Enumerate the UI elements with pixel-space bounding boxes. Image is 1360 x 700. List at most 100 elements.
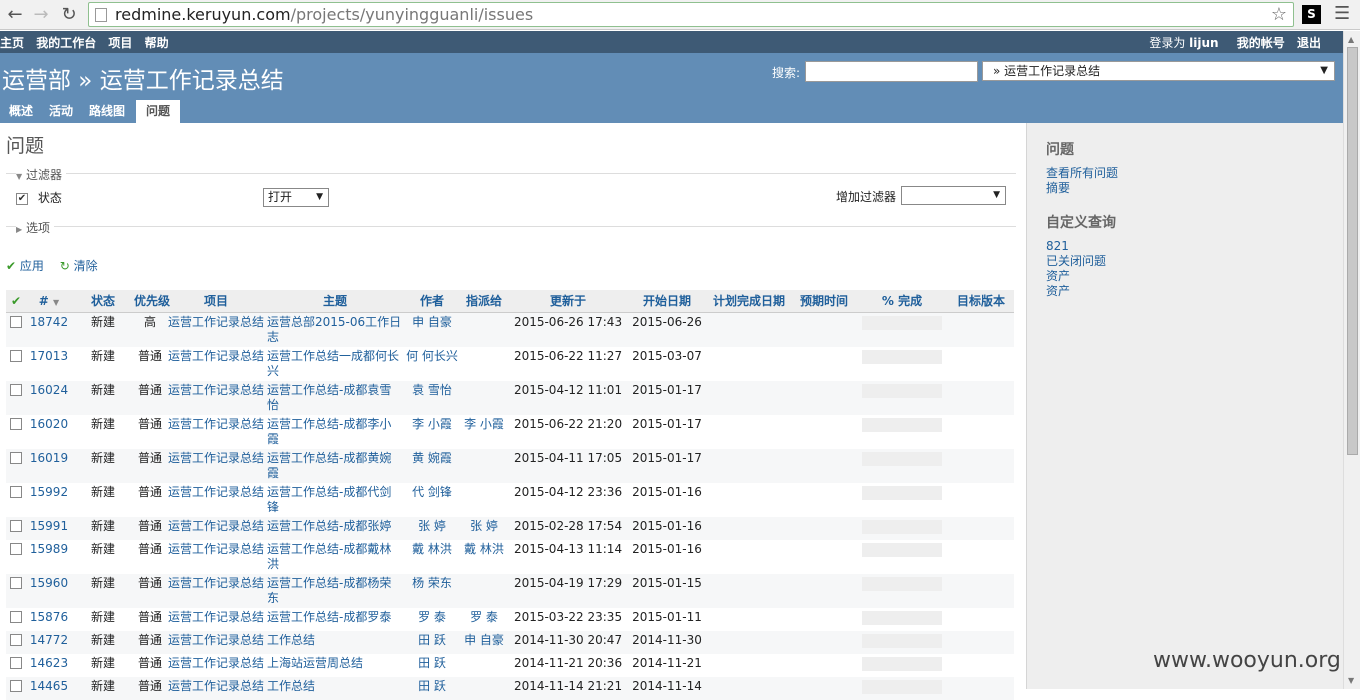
table-row[interactable]: 16024 新建 普通 运营工作记录总结 运营工作总结-成都袁雪怡 袁 雪怡 2015-04… [6,380,1015,415]
table-row[interactable]: 14772 新建 普通 运营工作记录总结 工作总结 田 跃 申 自豪 2014-11-30 2… [6,630,1015,654]
issue-id-link[interactable]: 15960 [30,576,68,590]
table-row[interactable]: 16020 新建 普通 运营工作记录总结 运营工作总结-成都李小霞 李 小霞李 小霞 201… [6,414,1015,449]
column-header-subject[interactable]: 主题 [266,290,405,313]
sidebar-query-item[interactable]: 资产 [1046,269,1070,284]
issue-subject-link[interactable]: 运营工作总结一成都何长兴 [267,349,399,378]
sidebar-view-all-issues[interactable]: 查看所有问题 [1046,166,1118,181]
issue-author-link[interactable]: 李 小霞 [412,417,452,431]
table-row[interactable]: 15991 新建 普通 运营工作记录总结 运营工作总结-成都张婷 张 婷 张 婷 2015-0… [6,516,1015,540]
issue-subject-link[interactable]: 运营工作总结-成都罗泰 [267,610,391,624]
issue-id-link[interactable]: 14623 [30,656,68,670]
issue-subject-link[interactable]: 运营工作总结-成都袁雪怡 [267,383,391,412]
clear-link[interactable]: 清除 [74,259,98,273]
issue-subject-link[interactable]: 上海站运营周总结 [267,656,363,670]
table-row[interactable]: 18742 新建 高运营工作记录总结 运营总部2015-06工作日志申 自豪 2015-… [6,312,1015,347]
issue-checkbox[interactable] [10,520,22,532]
issue-author-link[interactable]: 袁 雪怡 [412,383,452,397]
issue-checkbox[interactable] [10,657,22,669]
column-header-updated[interactable]: 更新于 [508,290,629,313]
issue-checkbox[interactable] [10,384,22,396]
issue-assignee-link[interactable]: 申 自豪 [464,633,504,647]
options-legend[interactable]: ▶ 选项 [16,219,54,236]
column-header-assignee[interactable]: 指派给 [460,290,509,313]
table-row[interactable]: 15992 新建 普通 运营工作记录总结 运营工作总结-成都代剑锋 代 剑锋 2015-04… [6,482,1015,517]
tab-overview[interactable]: 概述 [4,100,38,123]
column-header-id[interactable]: # ▼ [26,290,72,313]
issue-author-link[interactable]: 代 剑锋 [412,485,452,499]
tab-issues[interactable]: 问题 [136,100,181,123]
issue-project-link[interactable]: 运营工作记录总结 [168,315,264,329]
issue-checkbox[interactable] [10,452,22,464]
column-header-estimated[interactable]: 预期时间 [792,290,857,313]
issue-subject-link[interactable]: 工作总结 [267,633,315,647]
issue-checkbox[interactable] [10,680,22,692]
filters-legend[interactable]: ▼ 过滤器 [16,166,66,183]
bookmark-star-icon[interactable]: ☆ [1271,3,1287,26]
sidebar-summary[interactable]: 摘要 [1046,181,1070,196]
issue-author-link[interactable]: 黄 婉霞 [412,451,452,465]
issue-project-link[interactable]: 运营工作记录总结 [168,656,264,670]
column-header-project[interactable]: 项目 [166,290,267,313]
sidebar-query-item[interactable]: 已关闭问题 [1046,254,1106,269]
issue-checkbox[interactable] [10,486,22,498]
issue-checkbox[interactable] [10,611,22,623]
toggle-all-check-icon[interactable]: ✔ [6,290,26,313]
issue-subject-link[interactable]: 运营工作总结-成都张婷 [267,519,391,533]
address-bar[interactable]: redmine.keruyun.com/projects/yunyingguan… [88,2,1294,27]
issue-checkbox[interactable] [10,350,22,362]
menu-logout[interactable]: 退出 [1297,36,1321,50]
issue-checkbox[interactable] [10,418,22,430]
issue-project-link[interactable]: 运营工作记录总结 [168,451,264,465]
scroll-up-icon[interactable]: ▲ [1348,35,1354,44]
column-header-start-date[interactable]: 开始日期 [628,290,707,313]
issue-author-link[interactable]: 张 婷 [418,519,446,533]
table-row[interactable]: 15989 新建 普通 运营工作记录总结 运营工作总结-成都戴林洪 戴 林洪戴 林洪 201… [6,539,1015,574]
issue-author-link[interactable]: 田 跃 [418,633,446,647]
issue-id-link[interactable]: 17013 [30,349,68,363]
username-link[interactable]: lijun [1189,36,1218,50]
search-input[interactable] [805,61,978,82]
issue-project-link[interactable]: 运营工作记录总结 [168,576,264,590]
scroll-down-icon[interactable]: ▼ [1348,676,1354,685]
issue-id-link[interactable]: 15989 [30,542,68,556]
issue-id-link[interactable]: 15992 [30,485,68,499]
table-row[interactable]: 15960 新建 普通 运营工作记录总结 运营工作总结-成都杨荣东 杨 荣东 2015-04… [6,573,1015,608]
issue-project-link[interactable]: 运营工作记录总结 [168,519,264,533]
column-header-priority[interactable]: 优先级 [134,290,170,313]
table-row[interactable]: 14623 新建 普通 运营工作记录总结 上海站运营周总结 田 跃 2014-11-21 2… [6,653,1015,677]
issue-checkbox[interactable] [10,316,22,328]
status-filter-checkbox[interactable]: ✔ [16,192,28,205]
menu-my-page[interactable]: 我的工作台 [36,36,96,50]
extension-icon[interactable]: S [1302,5,1321,24]
issue-subject-link[interactable]: 运营工作总结-成都戴林洪 [267,542,391,571]
add-filter-select[interactable]: ▼ [901,186,1006,205]
issue-id-link[interactable]: 15876 [30,610,68,624]
issue-subject-link[interactable]: 运营工作总结-成都黄婉霞 [267,451,391,480]
column-header-author[interactable]: 作者 [404,290,461,313]
column-header-due-date[interactable]: 计划完成日期 [706,290,793,313]
issue-id-link[interactable]: 14465 [30,679,68,693]
issue-author-link[interactable]: 田 跃 [418,656,446,670]
table-row[interactable]: 14465 新建 普通 运营工作记录总结 工作总结 田 跃 2014-11-14 21:21… [6,676,1015,700]
menu-my-account[interactable]: 我的帐号 [1237,36,1285,50]
issue-author-link[interactable]: 何 何长兴 [406,349,458,363]
table-row[interactable]: 17013 新建 普通 运营工作记录总结 运营工作总结一成都何长兴何 何长兴 2015-0… [6,346,1015,381]
project-jump-select[interactable]: » 运营工作记录总结 ▼ [982,61,1335,81]
status-operator-select[interactable]: 打开 ▼ [263,188,329,207]
forward-icon[interactable]: → [30,4,52,26]
reload-icon[interactable]: ↻ [58,4,80,26]
issue-author-link[interactable]: 罗 泰 [418,610,446,624]
issue-project-link[interactable]: 运营工作记录总结 [168,383,264,397]
issue-project-link[interactable]: 运营工作记录总结 [168,610,264,624]
page-scrollbar[interactable]: ▲ ▼ [1343,31,1360,689]
browser-menu-icon[interactable]: ☰ [1334,3,1350,24]
column-header-target-version[interactable]: 目标版本 [948,290,1015,313]
apply-link[interactable]: 应用 [20,259,44,273]
back-icon[interactable]: ← [4,4,26,26]
issue-project-link[interactable]: 运营工作记录总结 [168,679,264,693]
menu-projects[interactable]: 项目 [108,36,132,50]
tab-activity[interactable]: 活动 [44,100,78,123]
column-header-done-ratio[interactable]: % 完成 [856,290,949,313]
table-row[interactable]: 16019 新建 普通 运营工作记录总结 运营工作总结-成都黄婉霞 黄 婉霞 2015-04… [6,448,1015,483]
tab-roadmap[interactable]: 路线图 [84,100,130,123]
